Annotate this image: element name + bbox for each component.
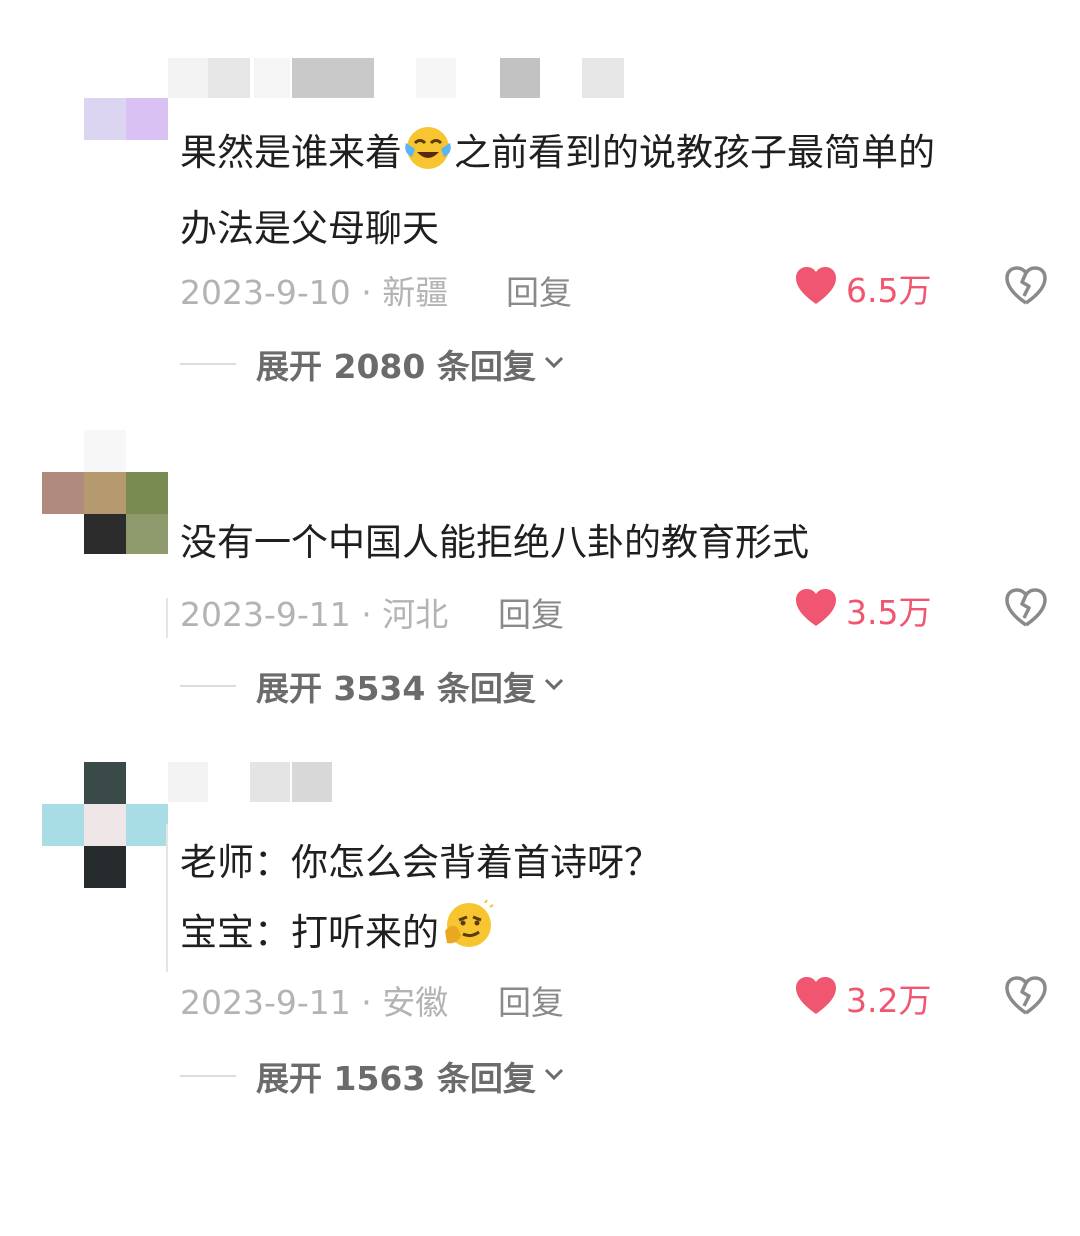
chevron-down-icon	[542, 1066, 566, 1086]
comment-date-location: 2023-9-11 · 安徽	[180, 983, 449, 1022]
like-count: 3.2万	[846, 981, 932, 1020]
username-blurred[interactable]	[168, 58, 626, 98]
divider	[180, 363, 236, 365]
broken-heart-icon[interactable]	[1004, 266, 1048, 310]
divider	[180, 685, 236, 687]
comment-date-location: 2023-9-11 · 河北	[180, 595, 449, 634]
like-button[interactable]: 3.2万	[794, 974, 931, 1022]
broken-heart-icon[interactable]	[1004, 976, 1048, 1020]
like-count: 6.5万	[846, 271, 932, 310]
divider	[180, 1075, 236, 1077]
thinking-smirk-emoji	[439, 899, 495, 974]
reply-button[interactable]: 回复	[506, 266, 572, 314]
crying-laughing-emoji	[402, 123, 454, 194]
chevron-down-icon	[542, 354, 566, 374]
reply-button[interactable]: 回复	[498, 588, 564, 636]
divider	[166, 598, 168, 638]
comment-text: 果然是谁来着 之前看到的说教孩子最简单的 办法是父母聊天	[180, 118, 935, 264]
avatar-blurred[interactable]	[42, 762, 168, 888]
broken-heart-icon[interactable]	[1004, 588, 1048, 632]
comment-date-location: 2023-9-10 · 新疆	[180, 273, 449, 312]
expand-replies-button[interactable]: 展开 3534 条回复	[180, 662, 566, 710]
expand-replies-button[interactable]: 展开 2080 条回复	[180, 340, 566, 388]
like-button[interactable]: 6.5万	[794, 264, 931, 312]
heart-icon	[794, 976, 838, 1020]
avatar-blurred[interactable]	[42, 430, 168, 554]
heart-icon	[794, 266, 838, 310]
reply-button[interactable]: 回复	[498, 976, 564, 1024]
username-blurred[interactable]	[168, 762, 334, 802]
expand-replies-button[interactable]: 展开 1563 条回复	[180, 1052, 566, 1100]
chevron-down-icon	[542, 676, 566, 696]
comment-text: 没有一个中国人能拒绝八卦的教育形式	[180, 521, 809, 564]
comment-text: 老师：你怎么会背着首诗呀？ 宝宝：打听来的	[180, 828, 661, 974]
like-count: 3.5万	[846, 593, 932, 632]
like-button[interactable]: 3.5万	[794, 586, 931, 634]
heart-icon	[794, 588, 838, 632]
avatar-blurred[interactable]	[84, 98, 168, 140]
divider	[166, 824, 168, 972]
